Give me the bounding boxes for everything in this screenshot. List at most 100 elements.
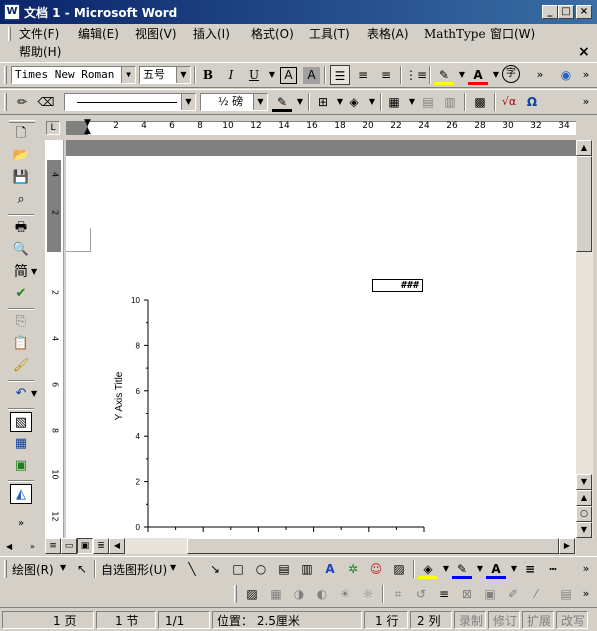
- menubar-grip[interactable]: [8, 27, 11, 41]
- align-center-icon[interactable]: ≡: [353, 65, 373, 85]
- close-document-icon[interactable]: ×: [578, 44, 590, 60]
- print-icon[interactable]: 🖶: [10, 218, 32, 238]
- italic-button[interactable]: I: [221, 65, 241, 85]
- new-document-icon[interactable]: 🗋: [10, 124, 32, 144]
- border-color-icon[interactable]: ✎: [272, 92, 292, 112]
- toolbar-overflow-icon[interactable]: »: [576, 65, 596, 85]
- open-folder-icon[interactable]: 📂: [10, 146, 32, 166]
- set-transparent-color-icon[interactable]: ⁄: [526, 584, 546, 604]
- numbering-icon[interactable]: ⋮≡: [405, 65, 427, 85]
- color-icon[interactable]: ▦: [266, 584, 286, 604]
- word-app-icon[interactable]: W: [4, 4, 20, 20]
- text-wrapping-icon[interactable]: ▣: [480, 584, 500, 604]
- menu-edit[interactable]: 编辑(E): [75, 25, 122, 43]
- insert-picture-icon[interactable]: ▨: [389, 559, 409, 579]
- simplified-dropdown-icon[interactable]: ▼: [31, 267, 37, 276]
- insert-excel-icon[interactable]: ▣: [10, 456, 32, 476]
- autoshapes-dropdown-icon[interactable]: ▼: [170, 563, 176, 572]
- undo-dropdown-icon[interactable]: ▼: [31, 389, 37, 398]
- previous-page-button[interactable]: ▲: [576, 490, 592, 506]
- autoshapes-menu-button[interactable]: 自选图形(U): [101, 561, 167, 578]
- print-layout-icon[interactable]: ▣: [77, 538, 93, 554]
- arrow-tool-icon[interactable]: ↘: [205, 559, 225, 579]
- simplified-chinese-icon[interactable]: 简: [10, 262, 32, 282]
- paste-icon[interactable]: 📋: [10, 334, 32, 354]
- maximize-button[interactable]: □: [558, 5, 574, 19]
- format-picture-icon[interactable]: ✐: [503, 584, 523, 604]
- font-size-combo[interactable]: 五号 ▼: [139, 66, 191, 84]
- text-box-icon[interactable]: ▤: [274, 559, 294, 579]
- menu-format[interactable]: 格式(O): [248, 25, 297, 43]
- underline-button[interactable]: U: [244, 65, 264, 85]
- embedded-chart[interactable]: Y Axis Title 0 2 4 6 8 10: [66, 290, 486, 538]
- minimize-button[interactable]: _: [542, 5, 558, 19]
- menu-mathtype[interactable]: MathType: [421, 25, 489, 43]
- vertical-ruler[interactable]: 4 2 2 4 6 8 10 12: [45, 140, 64, 538]
- menu-insert[interactable]: 插入(I): [190, 25, 233, 43]
- reset-picture-icon[interactable]: ▤: [556, 584, 576, 604]
- menu-file[interactable]: 文件(F): [16, 25, 62, 43]
- scroll-track[interactable]: [125, 538, 187, 554]
- outline-view-icon[interactable]: ≣: [93, 538, 109, 554]
- shading-color-icon[interactable]: ◈: [344, 92, 364, 112]
- drawing-toggle-icon[interactable]: ◭: [10, 484, 32, 504]
- line-style-icon[interactable]: ≡: [520, 559, 540, 579]
- line-tool-icon[interactable]: ╲: [182, 559, 202, 579]
- rotate-left-icon[interactable]: ↺: [411, 584, 431, 604]
- overflow-down-icon[interactable]: »: [30, 542, 35, 551]
- font-color-icon[interactable]: A: [486, 559, 506, 579]
- status-rec[interactable]: 录制: [454, 611, 486, 629]
- tab-selector[interactable]: L: [44, 118, 66, 138]
- less-brightness-icon[interactable]: ☼: [358, 584, 378, 604]
- line-style-icon[interactable]: ≡: [434, 584, 454, 604]
- more-contrast-icon[interactable]: ◑: [289, 584, 309, 604]
- align-justify-icon[interactable]: ☰: [330, 65, 350, 85]
- shading-dropdown-icon[interactable]: ▼: [362, 92, 382, 112]
- toolbar-overflow-icon[interactable]: »: [576, 559, 596, 579]
- insert-picture-icon[interactable]: ▨: [242, 584, 262, 604]
- normal-view-icon[interactable]: ≡: [45, 538, 61, 554]
- split-cells-icon[interactable]: ▥: [440, 92, 460, 112]
- status-ovr[interactable]: 改写: [556, 611, 588, 629]
- underline-dropdown-icon[interactable]: ▼: [262, 65, 282, 85]
- mathtype-equation-icon[interactable]: √α: [499, 92, 519, 112]
- print-preview-icon[interactable]: 🔍: [10, 240, 32, 260]
- border-color-dropdown-icon[interactable]: ▼: [290, 92, 310, 112]
- next-page-button[interactable]: ▼: [576, 522, 592, 538]
- tables-borders-icon[interactable]: ▧: [10, 412, 32, 432]
- scroll-thumb[interactable]: [187, 538, 559, 554]
- scroll-right-button[interactable]: ▶: [559, 538, 575, 554]
- permission-icon[interactable]: ⌕: [10, 190, 32, 210]
- dropdown-arrow-icon[interactable]: ▼: [176, 67, 190, 83]
- fill-color-icon[interactable]: ◈: [418, 559, 438, 579]
- draw-menu-button[interactable]: 绘图(R): [12, 561, 54, 578]
- wordart-icon[interactable]: A: [320, 559, 340, 579]
- menu-tools[interactable]: 工具(T): [306, 25, 353, 43]
- font-color-icon[interactable]: A: [468, 65, 488, 85]
- char-shading-button[interactable]: A: [303, 67, 320, 84]
- scroll-left-icon[interactable]: ◀: [6, 542, 12, 551]
- more-brightness-icon[interactable]: ☀: [335, 584, 355, 604]
- status-trk[interactable]: 修订: [488, 611, 520, 629]
- select-browse-object-icon[interactable]: ○: [576, 506, 592, 522]
- eraser-icon[interactable]: ⌫: [36, 92, 56, 112]
- menu-help[interactable]: 帮助(H): [16, 43, 64, 61]
- copy-icon[interactable]: ⎘: [10, 312, 32, 332]
- toolbar-overflow-icon[interactable]: »: [530, 65, 550, 85]
- undo-icon[interactable]: ↶: [10, 384, 32, 404]
- diagram-icon[interactable]: ✲: [343, 559, 363, 579]
- spelling-grammar-icon[interactable]: ✔: [10, 284, 32, 304]
- web-layout-icon[interactable]: ▭: [61, 538, 77, 554]
- line-style-combo[interactable]: ▼: [64, 93, 196, 111]
- dropdown-arrow-icon[interactable]: ▼: [121, 67, 135, 83]
- vertical-scrollbar[interactable]: ▲ ▼ ▲ ○ ▼: [576, 140, 593, 538]
- menu-table[interactable]: 表格(A): [364, 25, 412, 43]
- globe-icon[interactable]: ◉: [556, 65, 576, 85]
- scroll-thumb[interactable]: [576, 156, 592, 252]
- insert-table-icon[interactable]: ▦: [384, 92, 404, 112]
- dash-style-icon[interactable]: ┅: [543, 559, 563, 579]
- highlight-icon[interactable]: ✎: [434, 65, 454, 85]
- close-button[interactable]: ×: [576, 5, 592, 19]
- dropdown-arrow-icon[interactable]: ▼: [181, 94, 195, 110]
- toolbar-overflow-icon[interactable]: »: [576, 584, 596, 604]
